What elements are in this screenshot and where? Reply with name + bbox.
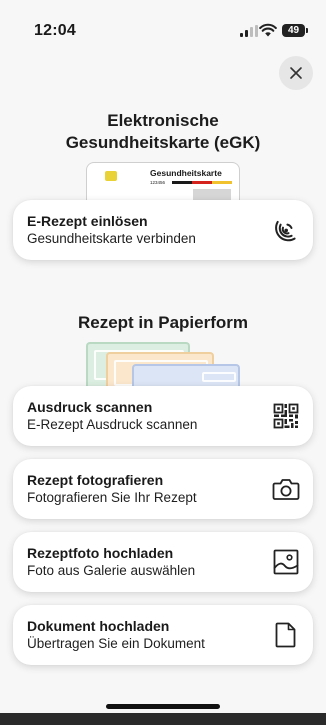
nfc-icon <box>272 216 300 244</box>
document-icon <box>272 621 300 649</box>
action-title: Ausdruck scannen <box>27 399 153 415</box>
battery-indicator: 49 <box>282 24 308 37</box>
action-subtitle: Gesundheitskarte verbinden <box>27 231 196 246</box>
action-title: Rezeptfoto hochladen <box>27 545 174 561</box>
close-icon <box>290 67 302 79</box>
bottom-edge <box>0 713 326 725</box>
egk-heading-line2: Gesundheitskarte (eGK) <box>65 133 261 152</box>
action-title: Rezept fotografieren <box>27 472 164 488</box>
action-subtitle: Foto aus Galerie auswählen <box>27 563 196 578</box>
action-subtitle: Fotografieren Sie Ihr Rezept <box>27 490 197 505</box>
image-icon <box>272 548 300 576</box>
home-indicator[interactable] <box>106 704 220 709</box>
redeem-erezept-button[interactable]: E-Rezept einlösen Gesundheitskarte verbi… <box>13 200 313 260</box>
camera-icon <box>272 475 300 503</box>
close-button[interactable] <box>279 56 313 90</box>
status-bar: 12:04 49 <box>0 0 326 52</box>
egk-heading: Elektronische Gesundheitskarte (eGK) <box>20 110 306 154</box>
card-label: Gesundheitskarte <box>150 168 222 178</box>
qr-code-icon <box>272 402 300 430</box>
photograph-prescription-button[interactable]: Rezept fotografieren Fotografieren Sie I… <box>13 459 313 519</box>
card-chip-icon <box>105 171 117 181</box>
card-number: 123456 <box>150 180 166 185</box>
wifi-icon <box>259 23 277 37</box>
action-title: Dokument hochladen <box>27 618 170 634</box>
egk-heading-line1: Elektronische <box>107 111 219 130</box>
upload-prescription-photo-button[interactable]: Rezeptfoto hochladen Foto aus Galerie au… <box>13 532 313 592</box>
paper-prescription-heading: Rezept in Papierform <box>77 313 249 332</box>
german-flag-stripe <box>172 181 232 184</box>
paper-prescription-illustration <box>86 342 242 390</box>
upload-document-button[interactable]: Dokument hochladen Übertragen Sie ein Do… <box>13 605 313 665</box>
scan-printout-button[interactable]: Ausdruck scannen E-Rezept Ausdruck scann… <box>13 386 313 446</box>
screen: 12:04 49 Elektronische Gesundheitskarte … <box>0 0 326 725</box>
action-subtitle: E-Rezept Ausdruck scannen <box>27 417 198 432</box>
action-title: E-Rezept einlösen <box>27 213 148 229</box>
cellular-signal-icon <box>240 25 258 37</box>
action-subtitle: Übertragen Sie ein Dokument <box>27 636 205 651</box>
status-time: 12:04 <box>34 22 76 39</box>
